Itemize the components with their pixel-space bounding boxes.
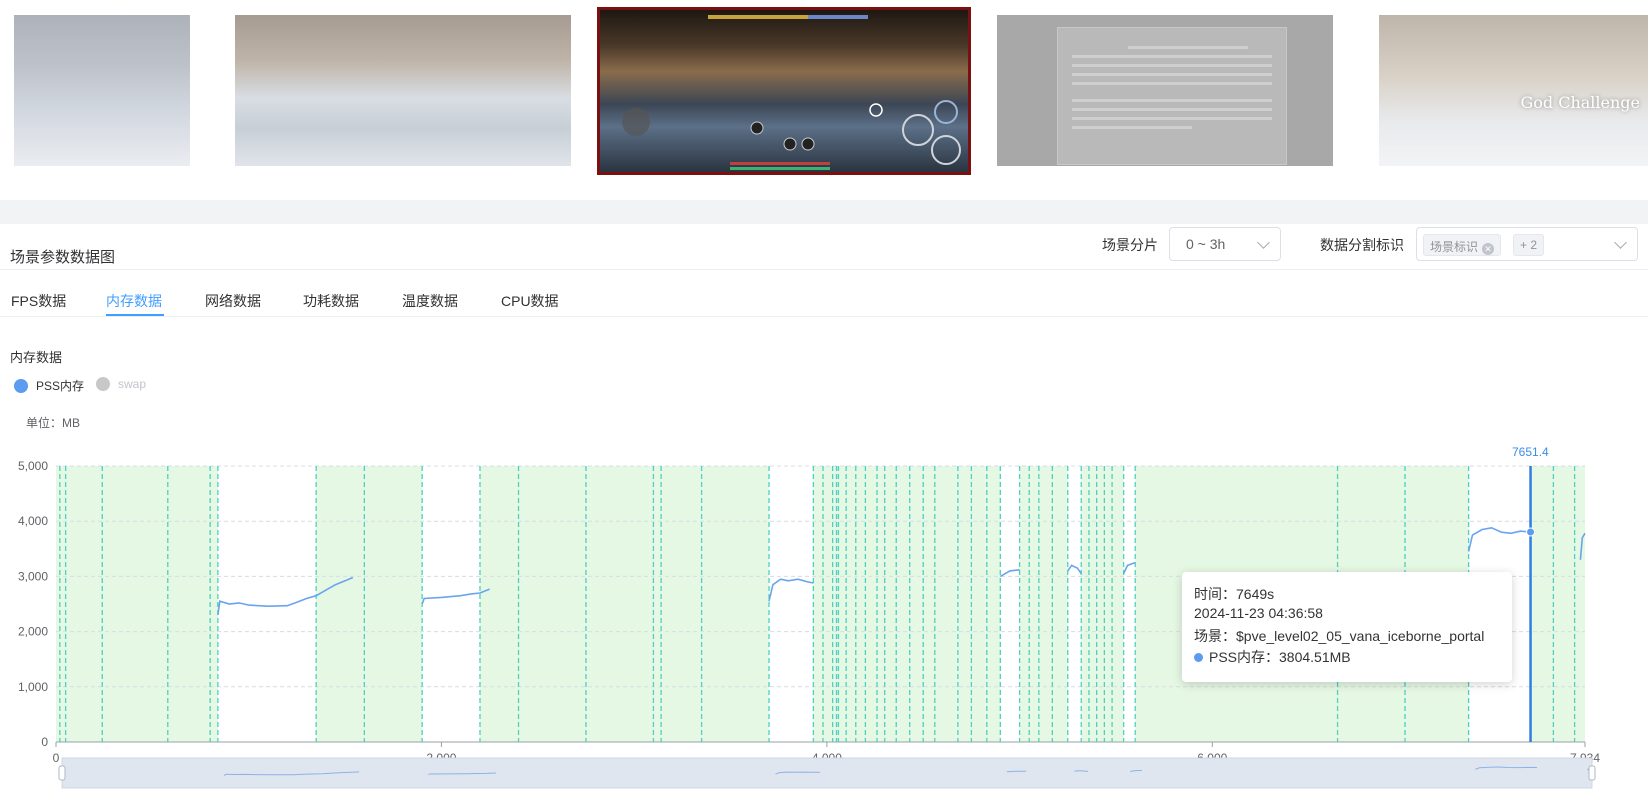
tooltip-datetime: 2024-11-23 04:36:58 <box>1194 605 1323 621</box>
tooltip-time: 时间：7649s <box>1194 586 1275 602</box>
scene-band <box>56 466 218 742</box>
pss-series-line <box>999 569 1020 578</box>
legend-label: PSS内存 <box>36 379 85 393</box>
scene-band <box>479 466 770 742</box>
panel-title: 场景参数数据图 <box>10 249 116 266</box>
scene-band <box>1530 466 1585 742</box>
tooltip-value: PSS内存：3804.51MB <box>1209 649 1351 665</box>
scene-band <box>316 466 423 742</box>
legend-dot <box>14 378 28 393</box>
zoom-slider-track[interactable] <box>61 757 1593 789</box>
scene-band <box>1081 466 1124 742</box>
hover-point <box>1526 527 1536 537</box>
screenshot-thumb-2[interactable] <box>235 15 571 166</box>
tab-network[interactable]: 网络数据 <box>205 291 261 311</box>
pss-series-line <box>1467 526 1531 552</box>
tab-power[interactable]: 功耗数据 <box>303 291 359 311</box>
scene-band <box>1019 466 1068 742</box>
chart-section-title: 内存数据 <box>10 350 63 365</box>
split-marker-select[interactable]: 场景标识 ✕ + 2 <box>1416 227 1638 261</box>
tooltip-value-row: PSS内存：3804.51MB <box>1194 647 1500 668</box>
tab-memory[interactable]: 内存数据 <box>106 291 162 311</box>
y-tick-label: 4,000 <box>18 514 48 528</box>
x-tick-label: 0 <box>53 751 60 765</box>
scene-params-panel: 场景参数数据图 场景分片 0 ~ 3h 数据分割标识 场景标识 ✕ + 2 FPS… <box>0 224 1648 812</box>
tab-cpu[interactable]: CPU数据 <box>501 291 559 311</box>
split-tag: 场景标识 ✕ <box>1423 234 1502 256</box>
tooltip-scene: 场景：$pve_level02_05_vana_iceborne_portal <box>1194 628 1485 644</box>
y-tick-label: 0 <box>41 735 48 749</box>
scene-slice-select[interactable]: 0 ~ 3h <box>1169 227 1281 261</box>
legend-dot <box>96 377 110 391</box>
split-more-tag: + 2 <box>1513 234 1545 256</box>
screenshot-thumb-1[interactable] <box>14 15 190 166</box>
pss-series-line <box>768 578 814 602</box>
thumb-overlay-text: God Challenge <box>1520 93 1640 112</box>
lore-document-image <box>1057 27 1287 165</box>
legend-label: swap <box>118 377 147 391</box>
chart-tooltip: 时间：7649s 2024-11-23 04:36:58 场景：$pve_lev… <box>1182 572 1512 682</box>
screenshot-thumb-5[interactable]: God Challenge <box>1379 15 1648 166</box>
screenshot-thumb-4[interactable] <box>997 15 1333 166</box>
divider <box>0 269 1648 270</box>
series-color-dot <box>1194 653 1203 662</box>
pss-series-line <box>1067 564 1082 575</box>
y-tick-label: 3,000 <box>18 569 48 583</box>
legend-item-swap[interactable]: swap <box>96 377 146 391</box>
pss-series-line <box>1122 561 1136 574</box>
zoom-slider-preview <box>1006 770 1027 773</box>
y-tick-label: 2,000 <box>18 625 48 639</box>
chevron-down-icon <box>1614 236 1627 249</box>
legend-item-pss[interactable]: PSS内存 <box>14 377 84 394</box>
y-tick-label: 5,000 <box>18 459 48 473</box>
scene-band <box>813 466 1001 742</box>
zoom-handle-right[interactable] <box>1588 765 1596 781</box>
tab-fps[interactable]: FPS数据 <box>11 291 66 311</box>
tab-temperature[interactable]: 温度数据 <box>402 291 458 311</box>
game-hud <box>622 15 961 170</box>
divider <box>0 316 1648 317</box>
scene-slice-label: 场景分片 <box>1102 237 1158 253</box>
chevron-down-icon <box>1257 236 1270 249</box>
screenshot-strip: God Challenge <box>0 0 1648 210</box>
split-tag-label: 场景标识 <box>1430 240 1479 254</box>
split-marker-label: 数据分割标识 <box>1320 237 1404 253</box>
y-tick-label: 1,000 <box>18 680 48 694</box>
section-gap <box>0 200 1648 224</box>
scene-slice-value: 0 ~ 3h <box>1186 236 1226 252</box>
zoom-handle-left[interactable] <box>58 765 66 781</box>
screenshot-thumb-3-selected[interactable] <box>597 7 971 175</box>
close-icon[interactable]: ✕ <box>1482 243 1495 255</box>
